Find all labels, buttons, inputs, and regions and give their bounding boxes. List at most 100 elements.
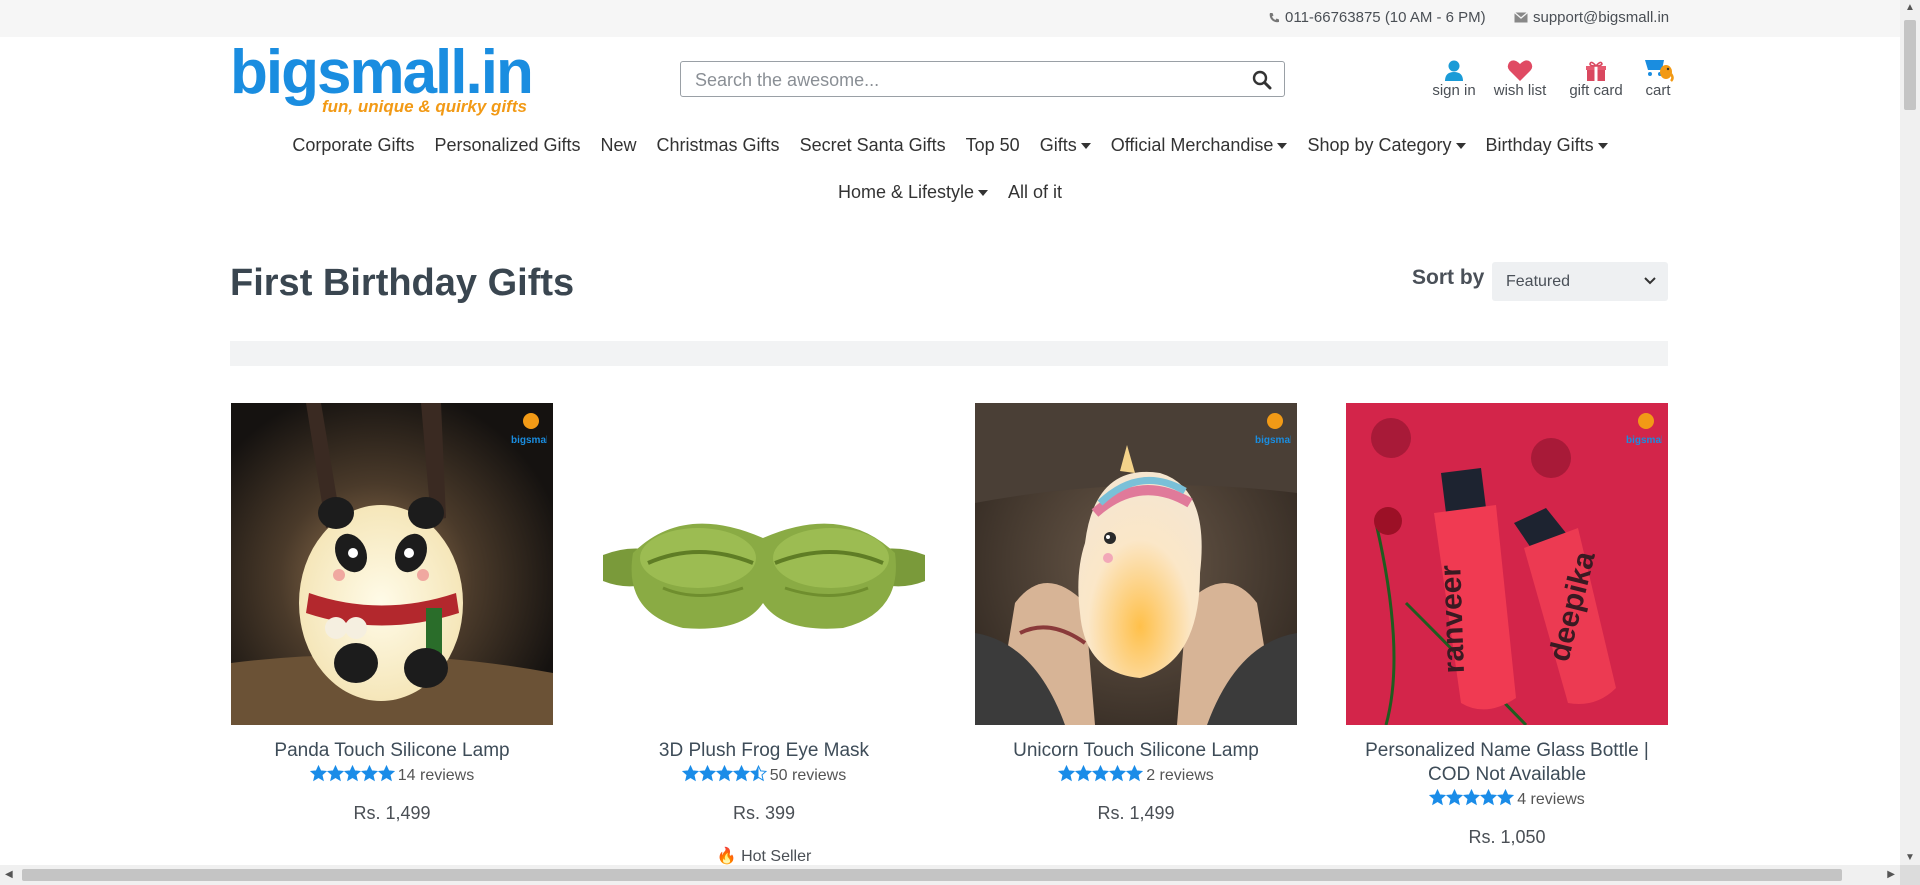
product-price: Rs. 399 xyxy=(732,803,796,823)
svg-text:bigsmall: bigsmall xyxy=(1255,435,1291,446)
star-full-icon xyxy=(732,764,750,782)
product-name[interactable]: 3D Plush Frog Eye Mask xyxy=(603,739,925,763)
email-contact[interactable]: support@bigsmall.in xyxy=(1514,9,1669,26)
nav-item-all-of-it[interactable]: All of it xyxy=(998,182,1072,203)
product-image-panda-lamp[interactable]: bigsmall xyxy=(231,403,553,725)
product-rating: 14 reviews xyxy=(231,764,553,787)
star-full-icon xyxy=(1126,764,1144,782)
star-rating xyxy=(1429,788,1515,811)
star-full-icon xyxy=(715,764,733,782)
gift-icon xyxy=(1586,61,1606,81)
product-image-frog-eye-mask[interactable] xyxy=(603,403,925,725)
sort-by-label: Sort by xyxy=(1412,266,1485,289)
nav-item-secret-santa-gifts[interactable]: Secret Santa Gifts xyxy=(790,135,956,156)
nav-item-label: Shop by Category xyxy=(1307,135,1452,155)
nav-item-gifts[interactable]: Gifts xyxy=(1030,135,1101,156)
heart-icon xyxy=(1507,60,1533,81)
scroll-up-arrow[interactable]: ▲ xyxy=(1905,2,1915,13)
hot-seller-badge: 🔥 Hot Seller xyxy=(603,846,925,866)
filter-strip xyxy=(230,341,1668,366)
badge-label: Hot Seller xyxy=(741,848,812,865)
star-full-icon xyxy=(1429,788,1447,806)
user-icon xyxy=(1445,60,1463,81)
product-name[interactable]: Personalized Name Glass Bottle | COD Not… xyxy=(1346,739,1668,787)
nav-item-home-lifestyle[interactable]: Home & Lifestyle xyxy=(828,182,998,203)
scroll-left-arrow[interactable]: ◀ xyxy=(5,869,13,880)
sort-select[interactable]: Featured xyxy=(1492,262,1668,301)
nav-item-personalized-gifts[interactable]: Personalized Gifts xyxy=(424,135,590,156)
star-full-icon xyxy=(1058,764,1076,782)
nav-item-top-50[interactable]: Top 50 xyxy=(956,135,1030,156)
phone-contact[interactable]: 011-66763875 (10 AM - 6 PM) xyxy=(1268,9,1486,26)
main-nav-row-1: Corporate Gifts Personalized Gifts New Chri… xyxy=(0,135,1900,156)
wish-list-label: wish list xyxy=(1493,82,1547,99)
product-name[interactable]: Panda Touch Silicone Lamp xyxy=(231,739,553,763)
nav-item-label: Personalized Gifts xyxy=(434,135,581,155)
site-logo[interactable]: bigsmall.in fun, unique & quirky gifts xyxy=(230,42,534,120)
star-full-icon xyxy=(1446,788,1464,806)
sign-in-label: sign in xyxy=(1432,82,1476,99)
scroll-down-arrow[interactable]: ▼ xyxy=(1905,852,1915,863)
nav-item-label: Birthday Gifts xyxy=(1485,135,1594,155)
product-card[interactable]: 3D Plush Frog Eye Mask 50 reviews Rs. 39… xyxy=(603,403,925,866)
page-title: First Birthday Gifts xyxy=(230,262,575,304)
cart-link[interactable]: cart xyxy=(1638,52,1678,99)
caret-down-icon xyxy=(1277,142,1288,149)
caret-down-icon xyxy=(1080,142,1091,149)
nav-item-label: New xyxy=(600,135,637,155)
search-icon[interactable] xyxy=(1252,70,1272,95)
star-full-icon xyxy=(1092,764,1110,782)
star-full-icon xyxy=(377,764,395,782)
nav-item-shop-by-category[interactable]: Shop by Category xyxy=(1297,135,1475,156)
search-input[interactable] xyxy=(693,68,1237,92)
gift-card-link[interactable]: gift card xyxy=(1565,52,1627,99)
horizontal-scroll-thumb[interactable] xyxy=(22,869,1842,881)
main-nav-row-2: Home & Lifestyle All of it xyxy=(0,182,1900,203)
sign-in-link[interactable]: sign in xyxy=(1430,52,1478,99)
vertical-scroll-thumb[interactable] xyxy=(1904,20,1916,110)
product-card[interactable]: bigsmall Panda Touch Silicone Lamp 14 re… xyxy=(231,403,553,824)
star-full-icon xyxy=(1075,764,1093,782)
product-price: Rs. 1,050 xyxy=(1468,827,1546,847)
search-box xyxy=(680,61,1285,97)
review-count: 14 reviews xyxy=(397,767,475,784)
product-price: Rs. 1,499 xyxy=(353,803,431,823)
star-full-icon xyxy=(1480,788,1498,806)
chevron-down-icon xyxy=(1644,277,1656,285)
nav-item-christmas-gifts[interactable]: Christmas Gifts xyxy=(647,135,790,156)
scrollbar-corner xyxy=(1900,865,1920,885)
product-rating: 2 reviews xyxy=(975,764,1297,787)
scroll-right-arrow[interactable]: ▶ xyxy=(1887,869,1895,880)
product-image-glass-bottle[interactable]: ranveer deepika bigsmall xyxy=(1346,403,1668,725)
product-name[interactable]: Unicorn Touch Silicone Lamp xyxy=(975,739,1297,763)
svg-text:bigsmall: bigsmall xyxy=(1626,435,1662,446)
nav-item-official-merchandise[interactable]: Official Merchandise xyxy=(1101,135,1298,156)
star-full-icon xyxy=(326,764,344,782)
vertical-scrollbar[interactable]: ▲ ▼ xyxy=(1900,0,1920,865)
bigsmall-watermark-icon: bigsmall xyxy=(1255,413,1291,446)
horizontal-scrollbar[interactable]: ◀ ▶ xyxy=(0,865,1900,885)
product-card[interactable]: bigsmall Unicorn Touch Silicone Lamp 2 r… xyxy=(975,403,1297,824)
star-full-icon xyxy=(360,764,378,782)
phone-icon xyxy=(1269,12,1279,22)
nav-item-label: Official Merchandise xyxy=(1110,135,1274,155)
nav-item-label: Christmas Gifts xyxy=(656,135,780,155)
gift-card-label: gift card xyxy=(1569,82,1623,99)
product-card[interactable]: ranveer deepika bigsmall Personalized Na… xyxy=(1346,403,1668,848)
bigsmall-watermark-icon: bigsmall xyxy=(1626,413,1662,446)
flame-icon: 🔥 xyxy=(716,848,737,865)
nav-item-birthday-gifts[interactable]: Birthday Gifts xyxy=(1476,135,1618,156)
cart-label: cart xyxy=(1645,82,1671,99)
star-full-icon xyxy=(1497,788,1515,806)
nav-item-label: Corporate Gifts xyxy=(292,135,415,155)
nav-item-label: Top 50 xyxy=(965,135,1020,155)
nav-item-corporate-gifts[interactable]: Corporate Gifts xyxy=(282,135,424,156)
nav-item-new[interactable]: New xyxy=(591,135,647,156)
star-full-icon xyxy=(1463,788,1481,806)
product-image-unicorn-lamp[interactable]: bigsmall xyxy=(975,403,1297,725)
star-full-icon xyxy=(309,764,327,782)
nav-item-label: Secret Santa Gifts xyxy=(799,135,946,155)
review-count: 4 reviews xyxy=(1517,791,1585,808)
envelope-icon xyxy=(1514,12,1528,23)
wish-list-link[interactable]: wish list xyxy=(1492,52,1548,99)
